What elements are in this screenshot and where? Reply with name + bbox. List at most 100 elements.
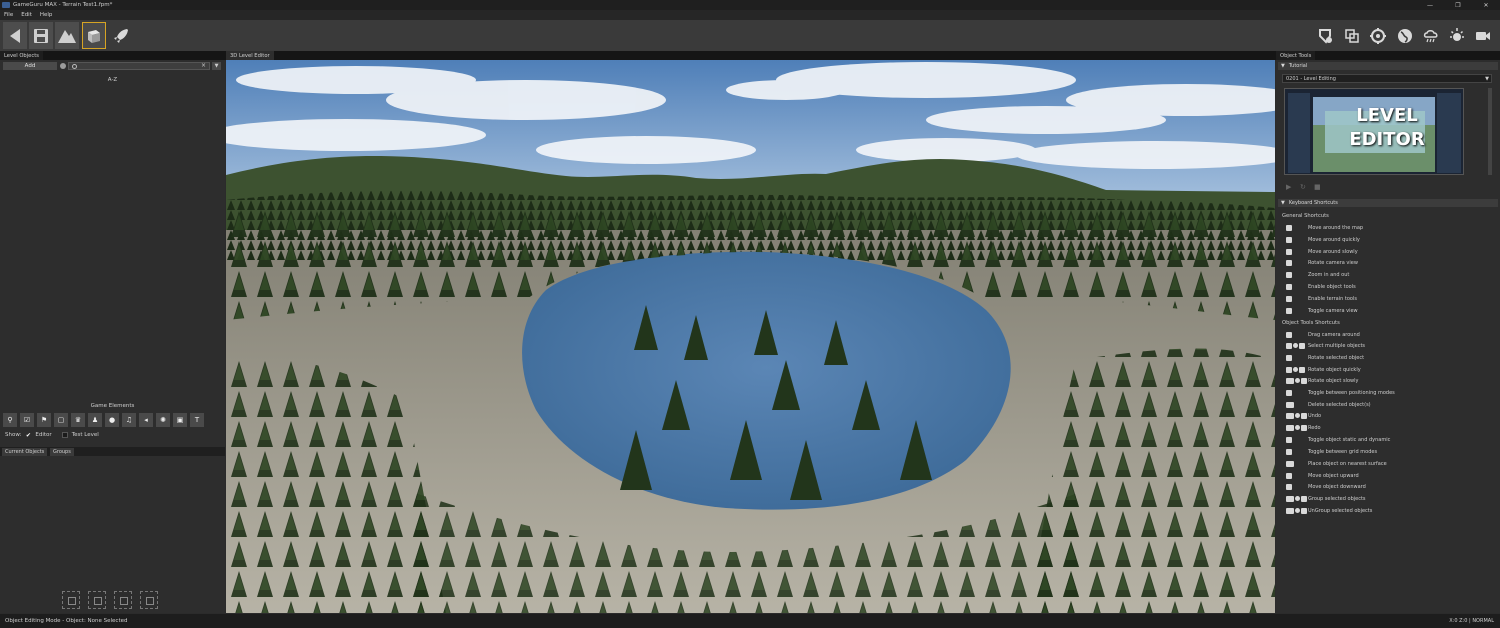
tab-object-tools[interactable]: Object Tools [1276, 51, 1316, 60]
player-start-icon[interactable]: ⚲ [3, 413, 17, 427]
key-icon [1286, 283, 1308, 290]
key-combo-icon [1286, 342, 1308, 349]
shortcut-row: Enable terrain tools [1286, 294, 1357, 303]
play-icon[interactable]: ▶ [1286, 183, 1291, 191]
tab-current-objects[interactable]: Current Objects [2, 448, 48, 456]
grid-tool-button[interactable] [1340, 22, 1364, 49]
game-elements-toolbar: ⚲ ☑ ⚑ ▢ ♛ ♟ ● ♫ ◂ ✺ ▣ T [3, 413, 221, 427]
editor-checkbox[interactable]: ✔ [25, 432, 31, 439]
tutorial-section-header[interactable]: ▼ Tutorial [1278, 62, 1498, 70]
clear-search-icon[interactable]: × [201, 62, 206, 69]
shortcut-row: Toggle between positioning modes [1286, 388, 1395, 397]
minimize-button[interactable]: — [1416, 0, 1444, 10]
align-right-icon[interactable] [114, 591, 132, 609]
light-icon[interactable]: ✺ [156, 413, 170, 427]
shortcut-row: Delete selected object(s) [1286, 400, 1371, 409]
shortcut-text: Rotate selected object [1308, 354, 1365, 361]
status-bar: Object Editing Mode - Object: None Selec… [0, 614, 1500, 628]
object-tools-shortcuts-title: Object Tools Shortcuts [1282, 320, 1340, 326]
shortcut-text: Toggle object static and dynamic [1308, 436, 1391, 443]
shortcut-text: Select multiple objects [1308, 342, 1366, 349]
text-icon[interactable]: T [190, 413, 204, 427]
tab-level-objects[interactable]: Level Objects [0, 51, 43, 60]
trophy-icon[interactable]: ♛ [71, 413, 85, 427]
globe-button[interactable] [1393, 22, 1417, 49]
test-level-checkbox[interactable] [61, 432, 68, 438]
flag-icon[interactable]: ⚑ [37, 413, 51, 427]
tutorial-header-label: Tutorial [1288, 63, 1308, 69]
camera-button[interactable] [1471, 22, 1495, 49]
show-options: Show: ✔ Editor Test Level [5, 431, 99, 439]
sort-dropdown-button[interactable]: ▼ [212, 62, 221, 70]
key-combo-icon [1286, 412, 1308, 419]
key-icon [1286, 436, 1308, 443]
lighting-button[interactable] [1445, 22, 1469, 49]
keyboard-shortcuts-header[interactable]: ▼ Keyboard Shortcuts [1278, 199, 1498, 207]
tab-3d-level-editor[interactable]: 3D Level Editor [226, 51, 274, 60]
general-shortcuts-title: General Shortcuts [1282, 213, 1329, 219]
shortcut-text: Move around slowly [1308, 248, 1358, 255]
menu-file[interactable]: File [0, 12, 17, 18]
checkpoint-icon[interactable]: ☑ [20, 413, 34, 427]
shortcut-text: Drag camera around [1308, 331, 1360, 338]
collectible-icon[interactable]: ● [105, 413, 119, 427]
shortcut-row: Move around slowly [1286, 247, 1358, 256]
object-search-input[interactable]: × [68, 62, 210, 70]
align-distribute-icon[interactable] [140, 591, 158, 609]
filter-icon[interactable] [60, 63, 66, 69]
terrain-tools-button[interactable] [55, 22, 79, 49]
level-objects-panel: Add × ▼ A-Z Game Elements ⚲ ☑ ⚑ ▢ ♛ ♟ ● … [0, 60, 225, 613]
shortcut-row: Move around quickly [1286, 235, 1360, 244]
window-controls: — ❐ ✕ [1416, 0, 1500, 10]
shortcut-text: Toggle between grid modes [1308, 448, 1378, 455]
zone-icon[interactable]: ▢ [54, 413, 68, 427]
tab-groups[interactable]: Groups [50, 448, 74, 456]
align-center-icon[interactable] [88, 591, 106, 609]
weather-icon [1423, 29, 1438, 42]
shortcut-text: Zoom in and out [1308, 271, 1350, 278]
tutorial-video-thumbnail[interactable]: LEVEL EDITOR [1284, 88, 1464, 175]
shortcut-text: Place object on nearest surface [1308, 460, 1387, 467]
shortcut-row: Drag camera around [1286, 330, 1360, 339]
shortcut-text: Group selected objects [1308, 495, 1366, 502]
key-icon [1286, 460, 1308, 467]
tutorial-scrollbar[interactable] [1488, 88, 1492, 175]
game-elements-label: Game Elements [90, 403, 135, 409]
marker-tool-button[interactable] [1314, 22, 1338, 49]
image-icon[interactable]: ▣ [173, 413, 187, 427]
test-game-button[interactable] [109, 22, 133, 49]
test-game-rocket-icon [114, 28, 128, 43]
maximize-button[interactable]: ❐ [1444, 0, 1472, 10]
menu-help[interactable]: Help [36, 12, 57, 18]
show-label: Show: [5, 432, 22, 438]
sort-az-label[interactable]: A-Z [0, 77, 225, 83]
shortcut-row: Toggle object static and dynamic [1286, 435, 1390, 444]
menu-edit[interactable]: Edit [17, 12, 36, 18]
back-button[interactable] [3, 22, 27, 49]
collapse-icon: ▼ [1281, 200, 1285, 206]
alignment-tools [62, 591, 158, 609]
save-icon [34, 28, 48, 43]
key-combo-icon [1286, 377, 1308, 384]
target-icon [1370, 27, 1386, 44]
music-icon[interactable]: ♫ [122, 413, 136, 427]
stop-icon[interactable]: ■ [1314, 183, 1321, 191]
key-icon [1286, 401, 1308, 408]
3d-viewport[interactable] [226, 60, 1275, 613]
scene-render [226, 60, 1275, 613]
sound-icon[interactable]: ◂ [139, 413, 153, 427]
save-button[interactable] [29, 22, 53, 49]
align-left-icon[interactable] [62, 591, 80, 609]
close-button[interactable]: ✕ [1472, 0, 1500, 10]
object-tools-button[interactable] [82, 22, 106, 49]
shortcut-text: Toggle between positioning modes [1308, 389, 1395, 396]
weather-button[interactable] [1419, 22, 1443, 49]
restart-icon[interactable]: ↻ [1300, 183, 1306, 191]
target-button[interactable] [1366, 22, 1390, 49]
key-icon [1286, 354, 1308, 361]
add-object-button[interactable]: Add [3, 62, 57, 70]
character-icon[interactable]: ♟ [88, 413, 102, 427]
shortcut-row: Toggle between grid modes [1286, 447, 1377, 456]
shortcut-text: Delete selected object(s) [1308, 401, 1371, 408]
tutorial-select[interactable]: 0201 - Level Editing ▼ [1282, 74, 1492, 83]
